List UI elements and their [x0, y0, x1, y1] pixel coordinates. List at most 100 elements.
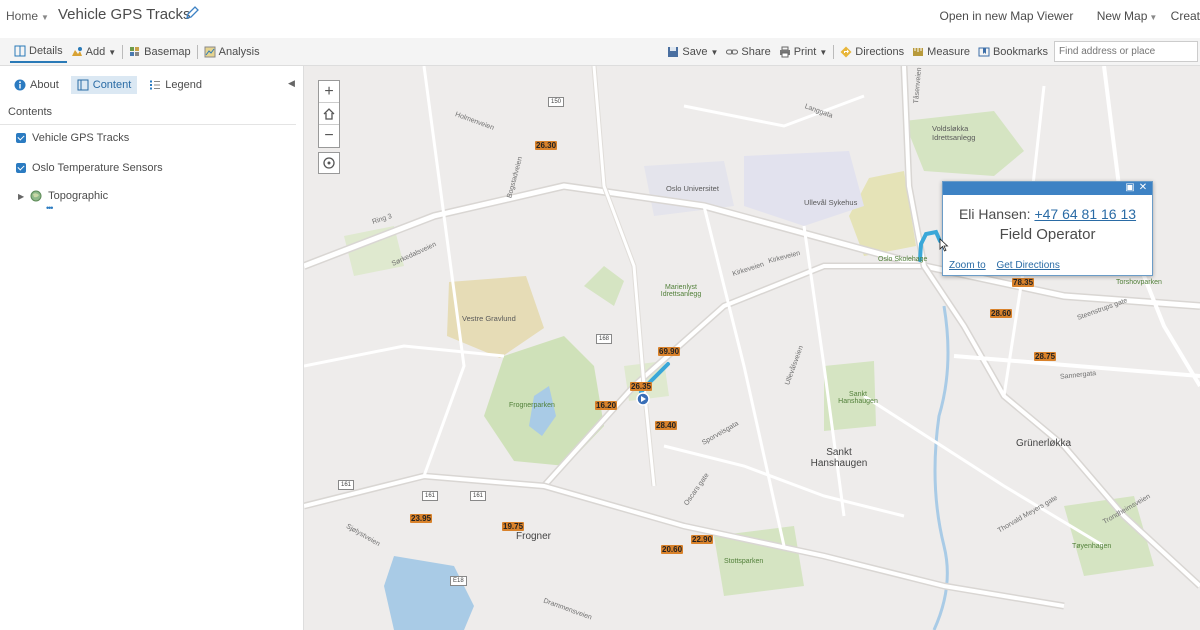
add-button[interactable]: Add ▼ [67, 41, 121, 63]
temperature-label[interactable]: 28.75 [1034, 352, 1057, 361]
home-label[interactable]: Home [6, 9, 38, 23]
cursor-pointer-icon [939, 238, 949, 252]
layer-oslo-temperature-sensors[interactable]: Oslo Temperature Sensors [16, 162, 163, 174]
area-label-toyenhagen: Tøyenhagen [1072, 543, 1112, 550]
new-map-menu[interactable]: New Map ▼ [1087, 9, 1158, 23]
add-layer-icon [71, 47, 82, 56]
area-label-voldslokka: Voldsløkka Idrettsanlegg [932, 124, 976, 142]
details-label: Details [29, 45, 63, 57]
map-title: Vehicle GPS Tracks [58, 6, 191, 23]
legend-list-icon [150, 80, 161, 90]
toolbar-divider [833, 45, 835, 59]
water-area [384, 556, 474, 630]
get-directions-link[interactable]: Get Directions [996, 260, 1059, 271]
map-view[interactable]: + − Vestre Gravlund Frognerparken Oslo U… [304, 66, 1200, 630]
share-label: Share [741, 46, 771, 58]
temperature-label[interactable]: 26.35 [630, 382, 653, 391]
feature-popup: ▣ ✕ Eli Hansen: +47 64 81 16 13 Field Op… [942, 181, 1153, 276]
bookmarks-button[interactable]: Bookmarks [974, 41, 1052, 63]
maximize-icon[interactable]: ▣ [1125, 183, 1135, 193]
area-label-frogner: Frogner [516, 531, 552, 542]
home-menu[interactable]: Home ▼ [6, 9, 49, 23]
layer-visibility-checkbox[interactable] [16, 133, 26, 143]
zoom-to-link[interactable]: Zoom to [949, 260, 986, 271]
top-right-links: Open in new Map Viewer New Map ▼ Creat [930, 9, 1200, 23]
create-link[interactable]: Creat [1171, 9, 1200, 23]
phone-link[interactable]: +47 64 81 16 13 [1034, 206, 1136, 222]
park-area [584, 266, 624, 306]
park-area [1064, 496, 1154, 576]
save-button[interactable]: Save ▼ [663, 41, 722, 63]
tab-legend[interactable]: Legend [143, 76, 208, 94]
details-button[interactable]: Details [10, 41, 67, 63]
road [863, 394, 1105, 548]
temperature-label[interactable]: 16.20 [595, 401, 618, 410]
area-label-sankt-hanshaugen-park: Sankt Hanshaugen [838, 391, 878, 405]
road [422, 66, 466, 477]
road [683, 94, 865, 128]
temperature-label[interactable]: 19.75 [502, 522, 525, 531]
details-icon [14, 45, 26, 57]
panel-divider [0, 124, 296, 125]
operator-name: Eli Hansen: [958, 206, 1031, 222]
directions-icon [840, 46, 852, 58]
area-label-grunerlokka: Grünerløkka [1016, 438, 1072, 449]
open-viewer-link[interactable]: Open in new Map Viewer [940, 9, 1074, 23]
contents-heading: Contents [8, 106, 53, 118]
temperature-label[interactable]: 26.30 [535, 141, 558, 150]
basemap-button[interactable]: Basemap [125, 41, 194, 63]
temperature-label[interactable]: 22.90 [691, 535, 714, 544]
temperature-label[interactable]: 28.40 [655, 421, 678, 430]
toolbar-divider [122, 45, 124, 59]
find-address-input[interactable] [1054, 41, 1198, 62]
print-button[interactable]: Print ▼ [775, 41, 832, 63]
area-label-ulleval-sykehus: Ullevål Sykehus [804, 198, 858, 207]
layer-topographic[interactable]: ▶ Topographic [18, 190, 108, 202]
popup-header: ▣ ✕ [943, 182, 1152, 195]
measure-button[interactable]: Measure [908, 41, 974, 63]
zoom-in-button[interactable]: + [319, 81, 339, 103]
expand-caret-icon[interactable]: ▶ [18, 192, 24, 201]
temperature-label[interactable]: 28.60 [990, 309, 1013, 318]
home-extent-button[interactable] [319, 103, 339, 125]
temperature-label[interactable]: 20.60 [661, 545, 684, 554]
chevron-down-icon: ▼ [41, 13, 49, 22]
analysis-icon [204, 46, 216, 58]
locate-button[interactable] [318, 152, 340, 174]
info-icon [14, 79, 26, 91]
zoom-controls: + − [318, 80, 340, 148]
layer-label: Topographic [48, 190, 109, 202]
layer-vehicle-gps-tracks[interactable]: Vehicle GPS Tracks [16, 132, 129, 144]
tab-content-label: Content [92, 79, 132, 91]
measure-ruler-icon [913, 48, 924, 56]
operator-role: Field Operator [999, 226, 1096, 243]
new-map-label[interactable]: New Map [1097, 9, 1148, 23]
layer-options-icon[interactable]: ••• [46, 203, 54, 213]
measure-label: Measure [927, 46, 970, 58]
pencil-icon[interactable] [185, 6, 199, 20]
layer-visibility-checkbox[interactable] [16, 163, 26, 173]
temperature-label[interactable]: 23.95 [410, 514, 433, 523]
collapse-panel-icon[interactable]: ◀ [288, 78, 295, 89]
road-shield: 168 [596, 334, 613, 344]
tab-legend-label: Legend [165, 79, 202, 91]
analysis-button[interactable]: Analysis [200, 41, 264, 63]
close-icon[interactable]: ✕ [1138, 183, 1148, 193]
zoom-out-button[interactable]: − [319, 125, 339, 147]
hospital-area [744, 151, 864, 226]
tab-about[interactable]: About [8, 76, 65, 94]
top-header: Home ▼ Vehicle GPS Tracks Open in new Map… [0, 0, 1200, 34]
area-label-oslo-skolehage: Oslo Skolehage [878, 256, 928, 263]
chevron-down-icon: ▼ [819, 47, 828, 57]
temperature-label[interactable]: 69.90 [658, 347, 681, 356]
chevron-down-icon: ▼ [710, 47, 719, 57]
popup-contact-line: Eli Hansen: +47 64 81 16 13 [943, 206, 1152, 222]
temperature-label[interactable]: 78.35 [1012, 278, 1035, 287]
tab-about-label: About [30, 79, 59, 91]
directions-button[interactable]: Directions [836, 41, 908, 63]
locate-crosshair-icon [323, 157, 335, 169]
share-button[interactable]: Share [722, 41, 774, 63]
tab-content[interactable]: Content [70, 76, 138, 94]
home-icon [323, 107, 335, 120]
basemap-canvas [304, 66, 1200, 630]
